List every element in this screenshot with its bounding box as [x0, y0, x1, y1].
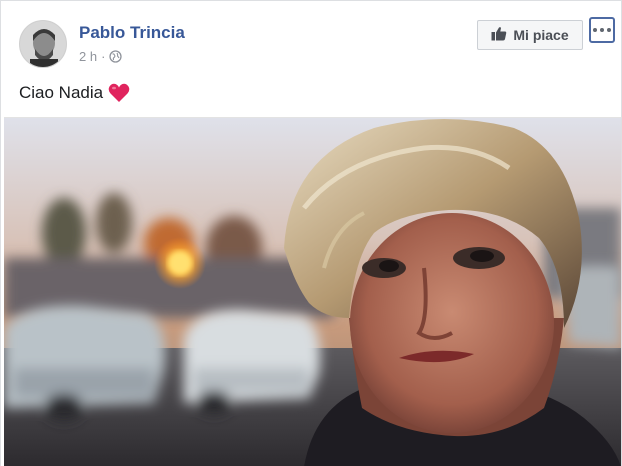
author-avatar[interactable]	[19, 20, 67, 68]
portrait-photo	[4, 118, 621, 466]
feed-post: Pablo Trincia 2 h · Mi piace Ciao Nadia	[0, 0, 622, 466]
author-name[interactable]: Pablo Trincia	[79, 23, 185, 43]
post-photo[interactable]	[4, 117, 621, 466]
globe-icon[interactable]	[109, 50, 123, 63]
meta-separator: ·	[101, 49, 106, 64]
like-page-button[interactable]: Mi piace	[477, 20, 583, 50]
like-button-label: Mi piace	[513, 27, 569, 43]
caption-text: Ciao Nadia	[19, 83, 104, 102]
post-caption: Ciao Nadia	[19, 83, 130, 103]
post-header: Pablo Trincia 2 h · Mi piace	[1, 1, 621, 76]
thumbs-up-icon	[491, 26, 507, 44]
more-options-icon[interactable]	[589, 17, 615, 43]
post-meta: 2 h ·	[79, 49, 123, 64]
post-timestamp[interactable]: 2 h	[79, 49, 97, 64]
avatar-photo	[20, 21, 66, 67]
heart-icon	[108, 83, 130, 103]
